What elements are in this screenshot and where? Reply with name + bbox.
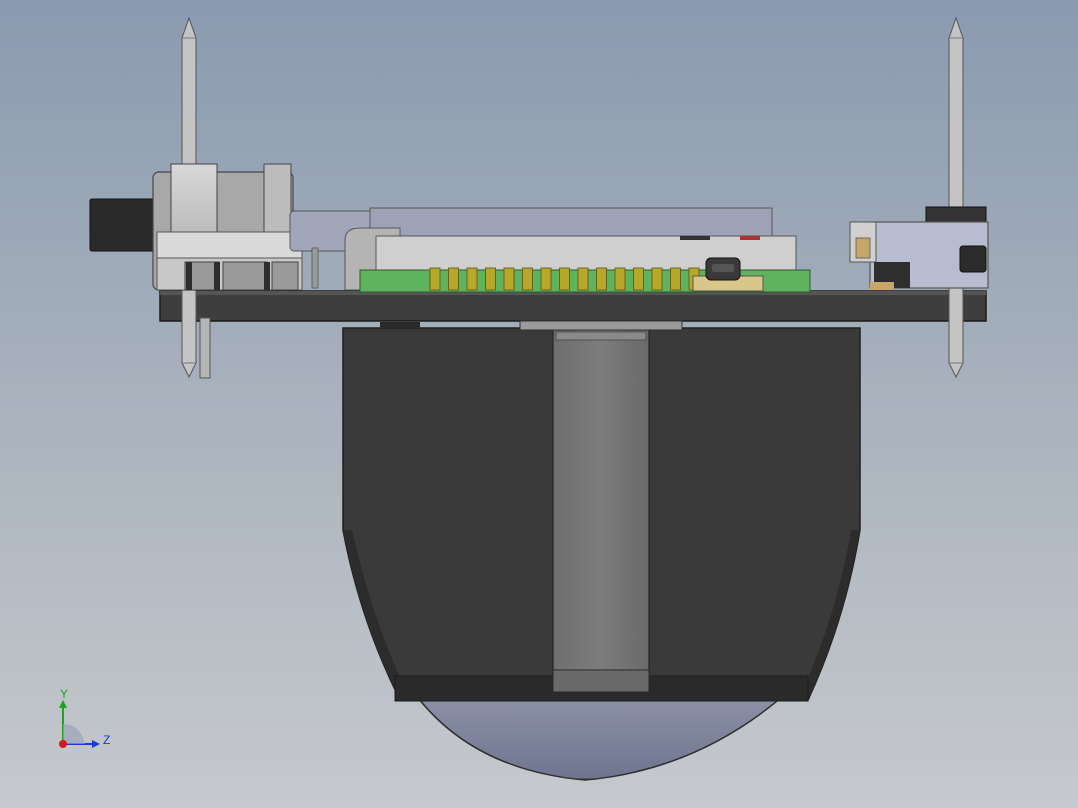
x-axis-dot: [59, 740, 67, 748]
header-pin: [559, 267, 570, 291]
lens-dome: [410, 689, 792, 781]
header-pin: [651, 267, 663, 291]
header-pin: [503, 267, 515, 291]
cad-model-viewport[interactable]: [0, 0, 1078, 808]
header-pin: [448, 267, 459, 291]
center-channel: [552, 329, 650, 693]
plate-clip: [380, 322, 420, 328]
right-mounting-pin: [948, 16, 964, 379]
pin-header-row: [429, 267, 700, 291]
header-pin: [485, 267, 496, 291]
header-pin: [429, 267, 441, 291]
plate-step: [519, 320, 683, 331]
z-axis-label: Z: [103, 733, 110, 747]
left-switch-assembly: [89, 163, 303, 291]
header-pin: [577, 267, 589, 291]
header-pin: [596, 267, 607, 291]
header-pin: [522, 267, 533, 291]
header-pin: [466, 267, 478, 291]
header-pin: [633, 267, 644, 291]
header-pin: [614, 267, 626, 291]
header-pin: [540, 267, 552, 291]
left-dowel: [199, 317, 211, 379]
right-connector-assembly: [849, 206, 989, 290]
y-axis-arrow: [59, 700, 67, 708]
coordinate-triad: Y Z: [59, 687, 110, 748]
z-axis-arrow: [92, 740, 100, 748]
mounting-plate: [159, 290, 987, 322]
header-pin: [670, 267, 681, 291]
y-axis-label: Y: [60, 687, 68, 701]
triad-quadrant: [63, 724, 85, 744]
